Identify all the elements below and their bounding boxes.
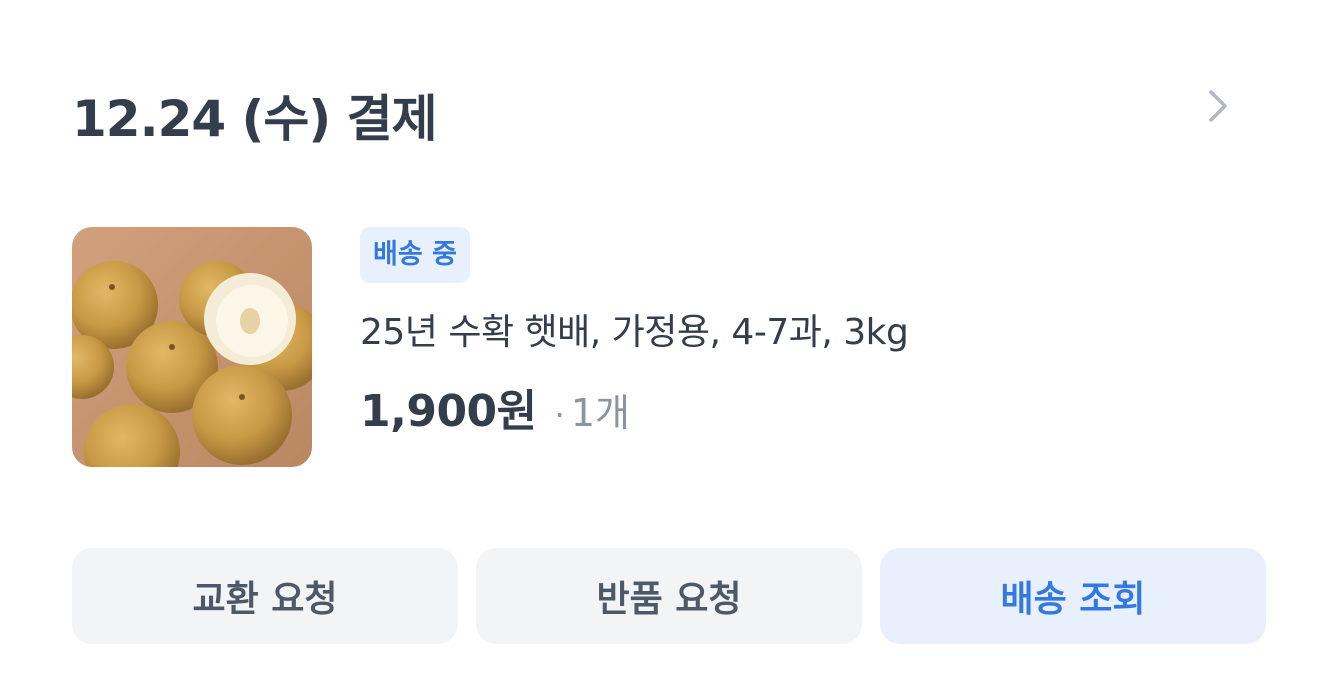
return-request-button[interactable]: 반품 요청: [476, 548, 862, 644]
track-delivery-button[interactable]: 배송 조회: [880, 548, 1266, 644]
product-price: 1,900원: [360, 386, 537, 437]
product-quantity: 1개: [570, 391, 630, 435]
chevron-right-icon[interactable]: [1198, 81, 1238, 131]
product-image[interactable]: [72, 227, 312, 467]
price-row: 1,900원 · 1개: [360, 375, 908, 439]
exchange-request-button[interactable]: 교환 요청: [72, 548, 458, 644]
product-name: 25년 수확 햇배, 가정용, 4-7과, 3kg: [360, 312, 909, 353]
action-buttons: 교환 요청 반품 요청 배송 조회: [72, 548, 1266, 644]
order-date-title: 12.24 (수) 결제: [72, 90, 438, 148]
separator-dot: ·: [554, 396, 565, 434]
product-row[interactable]: 배송 중 25년 수확 햇배, 가정용, 4-7과, 3kg 1,900원 · …: [72, 227, 1248, 467]
order-header[interactable]: 12.24 (수) 결제: [72, 78, 1248, 152]
product-info: 배송 중 25년 수확 햇배, 가정용, 4-7과, 3kg 1,900원 · …: [360, 227, 909, 439]
status-badge: 배송 중: [360, 227, 470, 283]
order-card: 12.24 (수) 결제 배송 중 25년 수확 햇배, 가정용, 4-7과, …: [0, 0, 1320, 689]
